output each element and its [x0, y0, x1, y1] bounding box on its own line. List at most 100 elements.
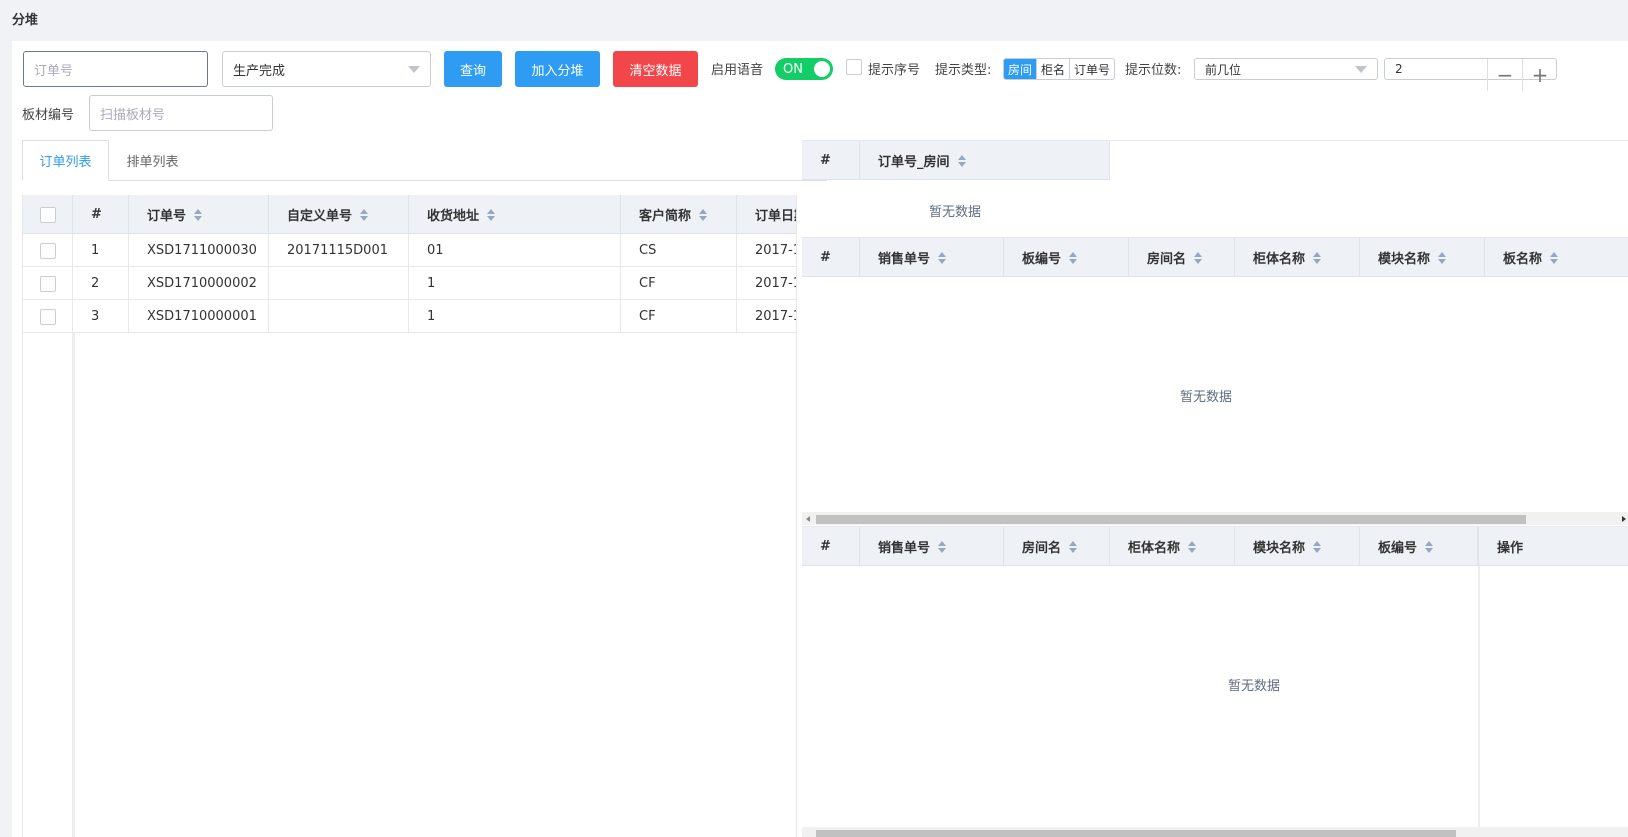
order-table-header: # 订单号 自定义单号 收货地址 客户简称 订单日期: [23, 195, 797, 234]
cell-custom-no: 20171115D001: [269, 234, 409, 267]
cell-address: 1: [409, 267, 621, 300]
order-number-input[interactable]: 订单号: [23, 51, 208, 87]
col-sales-no[interactable]: 销售单号: [860, 238, 1004, 277]
col-sales-no[interactable]: 销售单号: [860, 527, 1004, 566]
add-pile-button[interactable]: 加入分堆: [515, 51, 600, 87]
sort-icon[interactable]: [360, 208, 369, 221]
row-check-cell: [23, 300, 73, 333]
col-module-name[interactable]: 模块名称: [1235, 527, 1360, 566]
table-row[interactable]: 1 XSD1711000030 20171115D001 01 CS 2017-…: [23, 234, 797, 267]
cell-address: 1: [409, 300, 621, 333]
sort-icon[interactable]: [938, 540, 947, 553]
divider: [796, 195, 797, 837]
cell-customer: CS: [621, 234, 737, 267]
sort-icon[interactable]: [1550, 251, 1559, 264]
select-all-checkbox[interactable]: [39, 206, 56, 223]
sort-icon[interactable]: [1069, 540, 1078, 553]
voice-toggle[interactable]: ON: [775, 58, 833, 80]
col-index: #: [802, 527, 860, 566]
col-order-no[interactable]: 订单号: [129, 195, 269, 234]
sort-icon[interactable]: [699, 208, 708, 221]
col-order-date[interactable]: 订单日期: [737, 195, 797, 234]
col-board-name[interactable]: 板名称: [1485, 238, 1628, 277]
status-select-value: 生产完成: [233, 63, 286, 79]
board-table: # 销售单号 板编号 房间名 柜体名称 模块名称 板名称 暂无数据: [802, 237, 1628, 525]
col-customer[interactable]: 客户简称: [621, 195, 737, 234]
hint-type-order[interactable]: 订单号: [1070, 59, 1114, 79]
scroll-left-icon[interactable]: [806, 516, 810, 522]
board-number-label: 板材编号: [22, 108, 75, 123]
order-table: # 订单号 自定义单号 收货地址 客户简称 订单日期 1 XSD17110000…: [22, 195, 797, 837]
hint-type-segmented: 房间 柜名 订单号: [1003, 58, 1116, 80]
toggle-knob: [814, 61, 830, 77]
cell-custom-no: [269, 300, 409, 333]
table-row[interactable]: 3 XSD1710000001 1 CF 2017-1: [23, 300, 797, 333]
cell-order-date: 2017-1: [755, 243, 797, 258]
scroll-right-icon[interactable]: [1622, 516, 1626, 522]
cell-order-date: 2017-1: [755, 276, 797, 291]
scrollbar-thumb[interactable]: [816, 515, 1526, 524]
sort-icon[interactable]: [1313, 251, 1322, 264]
sort-icon[interactable]: [1194, 251, 1203, 264]
cell-customer: CF: [621, 267, 737, 300]
minus-button[interactable]: −: [1487, 59, 1523, 91]
table-tabs: 订单列表 排单列表: [22, 140, 827, 181]
sort-icon[interactable]: [1069, 251, 1078, 264]
row-checkbox[interactable]: [39, 242, 56, 259]
hint-type-label: 提示类型:: [935, 63, 992, 78]
query-button[interactable]: 查询: [444, 51, 502, 87]
cell-order-no: XSD1710000002: [129, 267, 269, 300]
sort-icon[interactable]: [957, 154, 966, 167]
col-module-name[interactable]: 模块名称: [1360, 238, 1485, 277]
plus-button[interactable]: +: [1523, 59, 1557, 91]
sort-icon[interactable]: [1313, 540, 1322, 553]
sort-icon[interactable]: [487, 208, 496, 221]
page-title: 分堆: [12, 13, 39, 28]
hint-digits-select[interactable]: 前几位: [1194, 58, 1378, 80]
sort-icon[interactable]: [1438, 251, 1447, 264]
clear-data-button[interactable]: 清空数据: [613, 51, 698, 87]
hint-type-room[interactable]: 房间: [1004, 59, 1038, 79]
cell-address: 01: [409, 234, 621, 267]
row-check-cell: [23, 234, 73, 267]
col-address[interactable]: 收货地址: [409, 195, 621, 234]
show-seq-checkbox[interactable]: [846, 59, 862, 75]
board-table-header: # 销售单号 板编号 房间名 柜体名称 模块名称 板名称: [802, 238, 1628, 277]
col-index: #: [802, 141, 860, 180]
col-cabinet-name[interactable]: 柜体名称: [1110, 527, 1235, 566]
sort-icon[interactable]: [1188, 540, 1197, 553]
status-select[interactable]: 生产完成: [222, 51, 431, 87]
pile-table-scrollbar[interactable]: [802, 827, 1628, 837]
col-index: #: [802, 238, 860, 277]
board-scan-input[interactable]: 扫描板材号: [89, 95, 273, 131]
col-index: #: [73, 195, 129, 234]
col-board-no[interactable]: 板编号: [1004, 238, 1129, 277]
cell-index: 2: [73, 267, 129, 300]
pile-table-header: # 销售单号 房间名 柜体名称 模块名称 板编号 操作: [802, 527, 1628, 566]
pile-table-empty: 暂无数据: [1228, 679, 1281, 694]
tab-schedule-list[interactable]: 排单列表: [109, 140, 196, 181]
main-panel: 订单号 生产完成 查询 加入分堆 清空数据 启用语音 ON 提示序号 提示类型:…: [12, 41, 1628, 837]
plus-icon: +: [1531, 63, 1549, 87]
col-custom-no[interactable]: 自定义单号: [269, 195, 409, 234]
row-checkbox[interactable]: [39, 308, 56, 325]
sort-icon[interactable]: [1425, 540, 1434, 553]
col-room-name[interactable]: 房间名: [1004, 527, 1110, 566]
row-checkbox[interactable]: [39, 275, 56, 292]
cell-order-no: XSD1710000001: [129, 300, 269, 333]
col-board-no[interactable]: 板编号: [1360, 527, 1478, 566]
table-row[interactable]: 2 XSD1710000002 1 CF 2017-1: [23, 267, 797, 300]
tab-order-list[interactable]: 订单列表: [22, 140, 109, 181]
sort-icon[interactable]: [194, 208, 203, 221]
col-room-name[interactable]: 房间名: [1129, 238, 1235, 277]
hint-digits-value: 前几位: [1205, 62, 1242, 77]
hint-type-cabinet[interactable]: 柜名: [1037, 59, 1071, 79]
voice-toggle-text: ON: [783, 61, 803, 77]
fixed-column-shadow: [1478, 566, 1480, 837]
scrollbar-thumb[interactable]: [816, 830, 1456, 837]
sort-icon[interactable]: [938, 251, 947, 264]
col-order-room[interactable]: 订单号_房间: [860, 141, 1110, 180]
chevron-down-icon: [408, 66, 420, 73]
board-table-scrollbar[interactable]: [802, 512, 1628, 525]
col-cabinet-name[interactable]: 柜体名称: [1235, 238, 1360, 277]
